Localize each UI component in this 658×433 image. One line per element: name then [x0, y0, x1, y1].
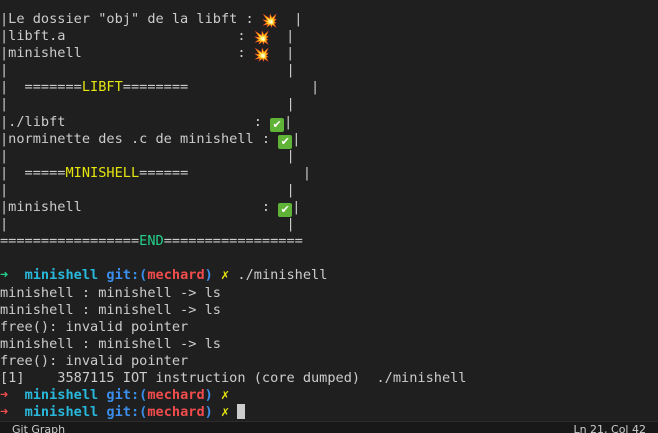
end-banner: =================END=================	[0, 233, 303, 250]
prompt-dirty-icon: ✗	[221, 267, 230, 284]
prompt-arrow-icon: ➜	[0, 404, 9, 421]
collision-icon: 💥	[253, 48, 270, 64]
check-line-libft-build: |./libft : ✔ |	[0, 113, 293, 132]
prompt-git-prefix: git:(	[106, 404, 148, 421]
prompt-dirty-icon: ✗	[221, 404, 230, 421]
prompt-git-branch: mechard	[147, 267, 205, 284]
text-cursor[interactable]	[237, 404, 246, 420]
check-line-norminette: |norminette des .c de minishell : ✔ |	[0, 130, 301, 149]
check-mark-icon: ✔	[278, 203, 293, 218]
prompt-git-suffix: )	[204, 404, 213, 421]
box-empty-line: | |	[0, 62, 295, 79]
prompt-git-suffix: )	[204, 387, 213, 404]
prompt-directory: minishell	[24, 404, 99, 421]
output-line: free(): invalid pointer	[0, 352, 189, 369]
check-line-minishell-build: |minishell : ✔ |	[0, 199, 301, 218]
libft-section-header: | =======LIBFT======== |	[0, 79, 320, 96]
check-line-libft-a: |libft.a : 💥 |	[0, 28, 295, 47]
output-line: [1] 3587115 IOT instruction (core dumped…	[0, 369, 467, 386]
output-line: minishell : minishell -> ls	[0, 335, 221, 352]
prompt-git-branch: mechard	[147, 387, 205, 404]
box-empty-line: | |	[0, 147, 295, 164]
prompt-git-prefix: git:(	[106, 267, 148, 284]
prompt-arrow-icon: ➜	[0, 267, 9, 284]
terminal-panel[interactable]: |Le dossier "obj" de la libft : 💥 | |lib…	[0, 11, 658, 421]
output-line: free(): invalid pointer	[0, 318, 189, 335]
collision-icon: 💥	[253, 31, 270, 47]
prompt-line: ➜ minishell git:(mechard) ✗ ./minishell	[0, 267, 658, 284]
prompt-dirty-icon: ✗	[221, 387, 230, 404]
output-line: minishell : minishell -> ls	[0, 284, 221, 301]
libft-section-title: LIBFT	[81, 79, 123, 96]
prompt-git-branch: mechard	[147, 404, 205, 421]
prompt-git-prefix: git:(	[106, 387, 148, 404]
cursor-position-indicator[interactable]: Ln 21, Col 42	[573, 422, 646, 433]
prompt-line: ➜ minishell git:(mechard) ✗	[0, 387, 658, 404]
status-bar: Git Graph Ln 21, Col 42	[0, 421, 658, 433]
box-empty-line: | |	[0, 96, 295, 113]
active-prompt-line[interactable]: ➜ minishell git:(mechard) ✗	[0, 404, 658, 421]
git-graph-button[interactable]: Git Graph	[12, 422, 65, 433]
prompt-git-suffix: )	[204, 267, 213, 284]
minishell-section-title: MINISHELL	[65, 164, 140, 181]
prompt-directory: minishell	[24, 387, 99, 404]
check-mark-icon: ✔	[278, 134, 293, 149]
box-empty-line: | |	[0, 181, 295, 198]
check-line-libft-obj: |Le dossier "obj" de la libft : 💥 |	[0, 11, 303, 29]
check-line-minishell-exists: |minishell : 💥 |	[0, 45, 295, 64]
prompt-command: ./minishell	[237, 267, 328, 284]
box-empty-line: | |	[0, 216, 295, 233]
end-banner-title: END	[139, 233, 164, 250]
prompt-directory: minishell	[24, 267, 99, 284]
output-line: minishell : minishell -> ls	[0, 301, 221, 318]
check-mark-icon: ✔	[270, 117, 285, 132]
prompt-arrow-icon: ➜	[0, 387, 9, 404]
minishell-section-header: | =====MINISHELL====== |	[0, 164, 312, 181]
collision-icon: 💥	[261, 14, 279, 29]
